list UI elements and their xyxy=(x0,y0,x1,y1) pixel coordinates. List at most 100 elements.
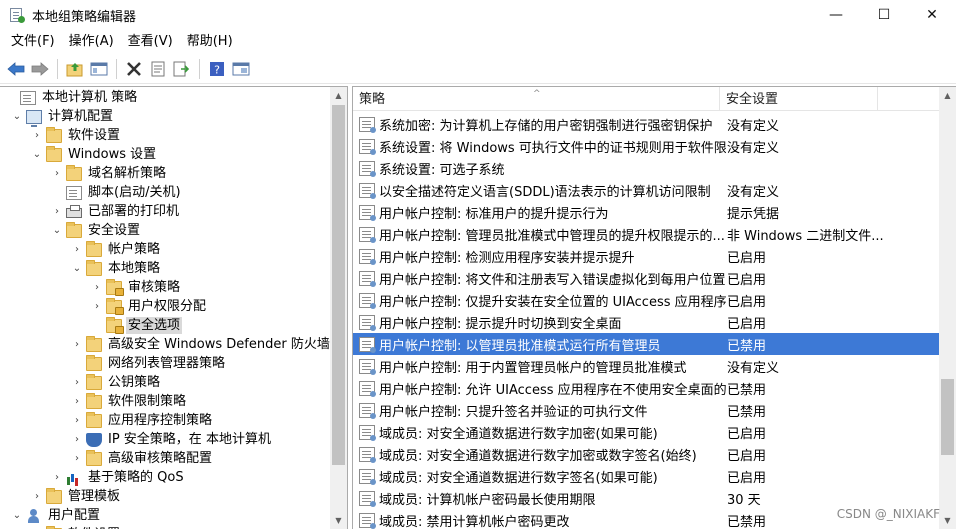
tree-dns-policy[interactable]: › 域名解析策略 xyxy=(50,164,168,183)
column-header-policy[interactable]: 策略 ^ xyxy=(353,87,720,111)
tree-audit-policy[interactable]: › 审核策略 xyxy=(90,278,182,297)
security-setting-value: 已启用 xyxy=(727,426,767,442)
policy-row[interactable]: 用户帐户控制: 检测应用程序安装并提示提升 已启用 xyxy=(353,245,939,267)
folder-icon xyxy=(86,392,102,409)
forward-arrow-icon[interactable] xyxy=(28,57,51,80)
tree-item-label: 帐户策略 xyxy=(108,242,161,257)
collapsed-chevron-icon[interactable]: › xyxy=(70,244,84,255)
tree-defender-firewall[interactable]: › 高级安全 Windows Defender 防火墙 xyxy=(70,335,330,354)
policy-name: 用户帐户控制: 检测应用程序安装并提示提升 xyxy=(379,250,635,266)
policy-row[interactable]: 域成员: 对安全通道数据进行数字加密(如果可能) 已启用 xyxy=(353,421,939,443)
tree-item-label: 软件设置 xyxy=(68,128,121,143)
tree-windows-settings[interactable]: ⌄ Windows 设置 xyxy=(30,145,158,164)
column-header-setting[interactable]: 安全设置 xyxy=(720,87,878,111)
tree-computer-configuration[interactable]: ⌄ 计算机配置 xyxy=(10,107,115,127)
tree-user-rights[interactable]: › 用户权限分配 xyxy=(90,297,208,316)
collapsed-chevron-icon[interactable]: › xyxy=(50,168,64,179)
policy-row[interactable]: 用户帐户控制: 允许 UIAccess 应用程序在不使用安全桌面的... 已禁用 xyxy=(353,377,939,399)
collapsed-chevron-icon[interactable]: › xyxy=(70,415,84,426)
security-setting-value: 30 天 xyxy=(727,492,761,508)
policy-row[interactable]: 域成员: 计算机帐户密码最长使用期限 30 天 xyxy=(353,487,939,509)
tree-user-configuration[interactable]: ⌄ 用户配置 xyxy=(10,506,102,525)
up-folder-icon[interactable] xyxy=(63,57,86,80)
policy-name: 域成员: 对安全通道数据进行数字加密或数字签名(始终) xyxy=(379,448,697,464)
collapsed-chevron-icon[interactable]: › xyxy=(70,434,84,445)
minimize-button[interactable]: — xyxy=(812,0,860,30)
policy-row[interactable]: 域成员: 对安全通道数据进行数字加密或数字签名(始终) 已启用 xyxy=(353,443,939,465)
policy-row[interactable]: 系统设置: 将 Windows 可执行文件中的证书规则用于软件限... 没有定义 xyxy=(353,135,939,157)
security-setting-value: 非 Windows 二进制文件... xyxy=(727,228,884,244)
collapsed-chevron-icon[interactable]: › xyxy=(90,282,104,293)
collapsed-chevron-icon[interactable]: › xyxy=(30,130,44,141)
tree-security-options[interactable]: ›安全选项 xyxy=(90,316,183,335)
policy-row[interactable]: 用户帐户控制: 提示提升时切换到安全桌面 已启用 xyxy=(353,311,939,333)
policy-setting-icon xyxy=(359,116,376,133)
tree-admin-templates[interactable]: › 管理模板 xyxy=(30,487,122,506)
expanded-chevron-icon[interactable]: ⌄ xyxy=(50,225,64,236)
policy-row[interactable]: 用户帐户控制: 仅提升安装在安全位置的 UIAccess 应用程序 已启用 xyxy=(353,289,939,311)
tree-scripts[interactable]: ›脚本(启动/关机) xyxy=(50,183,183,202)
policy-row[interactable]: 用户帐户控制: 标准用户的提升提示行为 提示凭据 xyxy=(353,201,939,223)
tree-account-policies[interactable]: › 帐户策略 xyxy=(70,240,162,259)
collapsed-chevron-icon[interactable]: › xyxy=(70,453,84,464)
security-setting-value: 没有定义 xyxy=(727,140,780,156)
close-button[interactable]: ✕ xyxy=(908,0,956,30)
expanded-chevron-icon[interactable]: ⌄ xyxy=(10,510,24,521)
tree-ip-security[interactable]: › IP 安全策略，在 本地计算机 xyxy=(70,430,273,449)
tree-public-key[interactable]: › 公钥策略 xyxy=(70,373,162,392)
menu-action[interactable]: 操作(A) xyxy=(62,30,121,54)
tree-security-settings[interactable]: ⌄ 安全设置 xyxy=(50,221,142,240)
expanded-chevron-icon[interactable]: ⌄ xyxy=(30,149,44,160)
properties-icon[interactable] xyxy=(146,57,169,80)
tree-qos[interactable]: › 基于策略的 QoS xyxy=(50,468,186,487)
back-arrow-icon[interactable] xyxy=(4,57,27,80)
list-scroll-thumb[interactable] xyxy=(941,379,954,455)
menu-help[interactable]: 帮助(H) xyxy=(180,30,240,54)
collapsed-chevron-icon[interactable]: › xyxy=(50,472,64,483)
policy-row[interactable]: 用户帐户控制: 只提升签名并验证的可执行文件 已禁用 xyxy=(353,399,939,421)
tree-advanced-audit[interactable]: › 高级审核策略配置 xyxy=(70,449,214,468)
tree-user-software-settings[interactable]: ›软件设置 xyxy=(30,525,122,529)
show-hide-tree-icon[interactable] xyxy=(87,57,110,80)
collapsed-chevron-icon[interactable]: › xyxy=(90,301,104,312)
policy-row[interactable]: 用户帐户控制: 管理员批准模式中管理员的提升权限提示的... 非 Windows … xyxy=(353,223,939,245)
scroll-up-arrow-icon[interactable]: ▲ xyxy=(330,87,347,104)
collapsed-chevron-icon[interactable]: › xyxy=(70,377,84,388)
scroll-down-arrow-icon[interactable]: ▼ xyxy=(939,512,956,529)
menu-file[interactable]: 文件(F) xyxy=(4,30,62,54)
tree-app-control[interactable]: › 应用程序控制策略 xyxy=(70,411,214,430)
security-setting-value: 已禁用 xyxy=(727,338,767,354)
collapsed-chevron-icon[interactable]: › xyxy=(70,339,84,350)
collapsed-chevron-icon[interactable]: › xyxy=(30,491,44,502)
help-icon[interactable]: ? xyxy=(205,57,228,80)
export-list-icon[interactable] xyxy=(170,57,193,80)
maximize-button[interactable]: ☐ xyxy=(860,0,908,30)
tree-software-restriction[interactable]: › 软件限制策略 xyxy=(70,392,188,411)
policy-row[interactable]: 以安全描述符定义语言(SDDL)语法表示的计算机访问限制 没有定义 xyxy=(353,179,939,201)
scroll-down-arrow-icon[interactable]: ▼ xyxy=(330,512,347,529)
tree-vertical-scrollbar[interactable]: ▲ ▼ xyxy=(330,87,347,529)
tree-local-policies[interactable]: ⌄ 本地策略 xyxy=(70,259,162,278)
tree-local-computer-policy[interactable]: ›本地计算机 策略 xyxy=(4,88,139,107)
list-vertical-scrollbar[interactable]: ▲ ▼ xyxy=(939,87,956,529)
policy-name: 域成员: 禁用计算机帐户密码更改 xyxy=(379,514,570,529)
tree-scroll-thumb[interactable] xyxy=(332,105,345,465)
collapsed-chevron-icon[interactable]: › xyxy=(50,206,64,217)
tree-deployed-printers[interactable]: › 已部署的打印机 xyxy=(50,202,181,221)
expanded-chevron-icon[interactable]: ⌄ xyxy=(10,111,24,122)
scroll-up-arrow-icon[interactable]: ▲ xyxy=(939,87,956,104)
policy-row[interactable]: 用户帐户控制: 将文件和注册表写入错误虚拟化到每用户位置 已启用 xyxy=(353,267,939,289)
tree-software-settings[interactable]: › 软件设置 xyxy=(30,126,122,145)
policy-row[interactable]: 域成员: 对安全通道数据进行数字签名(如果可能) 已启用 xyxy=(353,465,939,487)
view-icon[interactable] xyxy=(229,57,252,80)
policy-row[interactable]: 系统设置: 可选子系统 xyxy=(353,157,939,179)
delete-icon[interactable] xyxy=(122,57,145,80)
policy-row[interactable]: 用户帐户控制: 以管理员批准模式运行所有管理员 已禁用 xyxy=(353,333,939,355)
menu-view[interactable]: 查看(V) xyxy=(121,30,180,54)
policy-row[interactable]: 用户帐户控制: 用于内置管理员帐户的管理员批准模式 没有定义 xyxy=(353,355,939,377)
tree-network-list[interactable]: ›网络列表管理器策略 xyxy=(70,354,227,373)
policy-row[interactable]: 系统加密: 为计算机上存储的用户密钥强制进行强密钥保护 没有定义 xyxy=(353,113,939,135)
tree-item-label: 安全选项 xyxy=(126,317,183,334)
expanded-chevron-icon[interactable]: ⌄ xyxy=(70,263,84,274)
collapsed-chevron-icon[interactable]: › xyxy=(70,396,84,407)
